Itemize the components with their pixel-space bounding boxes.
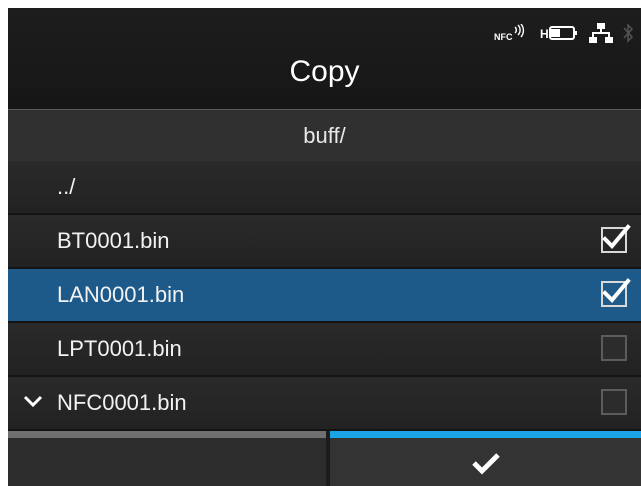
checkmark-icon	[602, 278, 631, 303]
checkbox-unchecked[interactable]	[601, 335, 627, 361]
nfc-icon: NFC	[494, 24, 525, 42]
list-item-label: ../	[57, 174, 76, 199]
checkbox-checked[interactable]	[601, 278, 631, 307]
list-item-nfc0001[interactable]: NFC0001.bin	[8, 377, 641, 431]
path-bar: buff/	[8, 110, 641, 162]
back-button[interactable]	[8, 431, 326, 486]
checkmark-icon	[602, 224, 631, 249]
list-item-label: NFC0001.bin	[57, 390, 187, 415]
file-list: ../ BT0001.bin LAN0001.bin LPT0001.bin N…	[8, 161, 641, 431]
confirm-button[interactable]	[330, 431, 641, 486]
checkmark-icon	[472, 453, 500, 475]
header: NFC H Copy	[8, 8, 641, 110]
chevron-down-icon	[23, 395, 43, 408]
list-item-label: BT0001.bin	[57, 228, 170, 253]
copy-screen: NFC H Copy buff/ ../ BT0001.bin LAN0001.…	[8, 8, 641, 486]
checkbox-checked[interactable]	[601, 224, 631, 253]
footer-bar	[8, 431, 641, 486]
bluetooth-icon	[623, 23, 633, 43]
list-item-label: LPT0001.bin	[57, 336, 182, 361]
list-item-bt0001[interactable]: BT0001.bin	[8, 215, 641, 269]
current-directory: buff/	[303, 123, 346, 148]
page-title: Copy	[289, 55, 360, 88]
list-item-lpt0001[interactable]: LPT0001.bin	[8, 323, 641, 377]
checkbox-unchecked[interactable]	[601, 389, 627, 415]
list-item-parent-dir[interactable]: ../	[8, 161, 641, 215]
list-item-label: LAN0001.bin	[57, 282, 185, 307]
svg-text:H: H	[540, 27, 549, 41]
svg-text:NFC: NFC	[494, 32, 513, 42]
list-item-lan0001[interactable]: LAN0001.bin	[8, 269, 641, 323]
status-icons: NFC H	[493, 22, 633, 44]
network-icon	[589, 23, 613, 43]
battery-icon: H	[540, 26, 577, 41]
